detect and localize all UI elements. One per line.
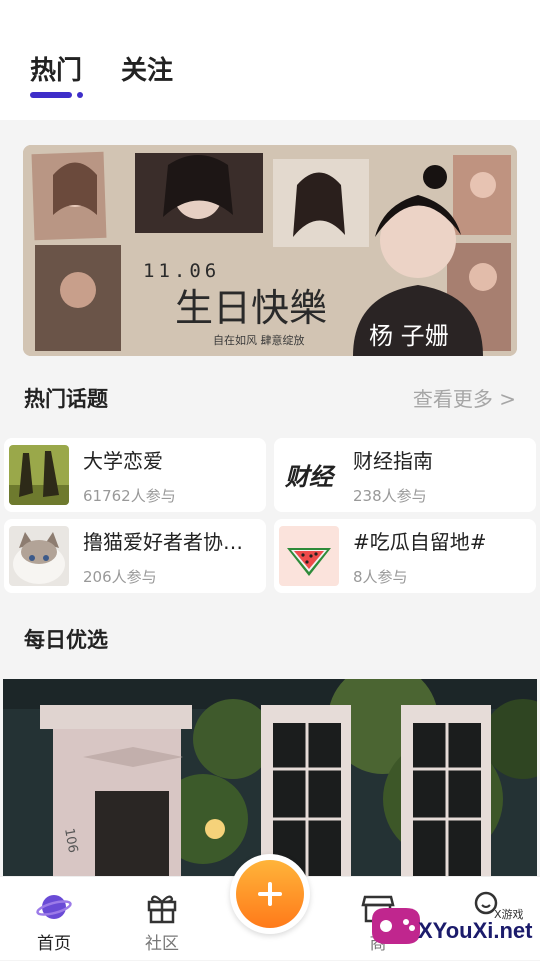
daily-pick-photo[interactable]: 106 [3, 679, 537, 879]
birthday-banner[interactable]: 11.06 生日快樂 自在如风 肆意绽放 杨 子姗 [23, 145, 517, 356]
watermelon-icon [279, 526, 339, 586]
svg-text:杨 子姗: 杨 子姗 [369, 322, 449, 350]
topic-card[interactable]: #吃瓜自留地# 8人参与 [274, 519, 536, 593]
active-tab-indicator-dot [77, 92, 83, 98]
svg-text:财经: 财经 [284, 463, 336, 491]
topic-count: 238人参与 [353, 487, 427, 505]
topic-count: 8人参与 [353, 568, 408, 586]
cat-photo [9, 526, 69, 586]
daily-picks-title: 每日优选 [24, 628, 108, 652]
topic-name: 财经指南 [353, 449, 433, 473]
house-door-image: 106 [3, 679, 537, 879]
topic-card[interactable]: 撸猫爱好者者协… 206人参与 [4, 519, 266, 593]
topic-count: 61762人参与 [83, 487, 176, 505]
topic-name: 撸猫爱好者者协… [83, 530, 243, 554]
finance-logo-text: 财经 [279, 445, 339, 505]
gift-icon [147, 895, 177, 924]
nav-label: 首页 [37, 934, 71, 954]
create-post-button[interactable] [230, 854, 310, 934]
see-more-link[interactable]: 查看更多 > [413, 383, 516, 412]
tab-follow[interactable]: 关注 [121, 50, 173, 87]
plus-icon [236, 860, 304, 928]
gamepad-logo-icon [372, 908, 420, 944]
active-tab-indicator [30, 92, 72, 98]
couple-silhouette-photo [9, 445, 69, 505]
topic-card[interactable]: 大学恋爱 61762人参与 [4, 438, 266, 512]
topic-card[interactable]: 财经 财经指南 238人参与 [274, 438, 536, 512]
svg-text:自在如风 肆意绽放: 自在如风 肆意绽放 [213, 333, 305, 347]
nav-label: 社区 [145, 934, 179, 954]
svg-text:11.06: 11.06 [143, 260, 220, 282]
topic-count: 206人参与 [83, 568, 157, 586]
topic-name: 大学恋爱 [83, 449, 163, 473]
nav-community[interactable]: 社区 [122, 877, 202, 961]
site-watermark: X游戏 XYouXi.net [366, 890, 540, 960]
tab-hot[interactable]: 热门 [30, 50, 82, 87]
nav-home[interactable]: 首页 [14, 877, 94, 961]
hot-topics-title: 热门话题 [24, 387, 108, 411]
planet-icon [36, 895, 72, 919]
banner-collage-art: 11.06 生日快樂 自在如风 肆意绽放 杨 子姗 [23, 145, 517, 356]
svg-text:生日快樂: 生日快樂 [175, 286, 327, 330]
top-tab-bar: 热门 关注 [0, 0, 540, 120]
watermark-text: XYouXi.net [418, 918, 533, 943]
topic-name: #吃瓜自留地# [353, 530, 487, 554]
